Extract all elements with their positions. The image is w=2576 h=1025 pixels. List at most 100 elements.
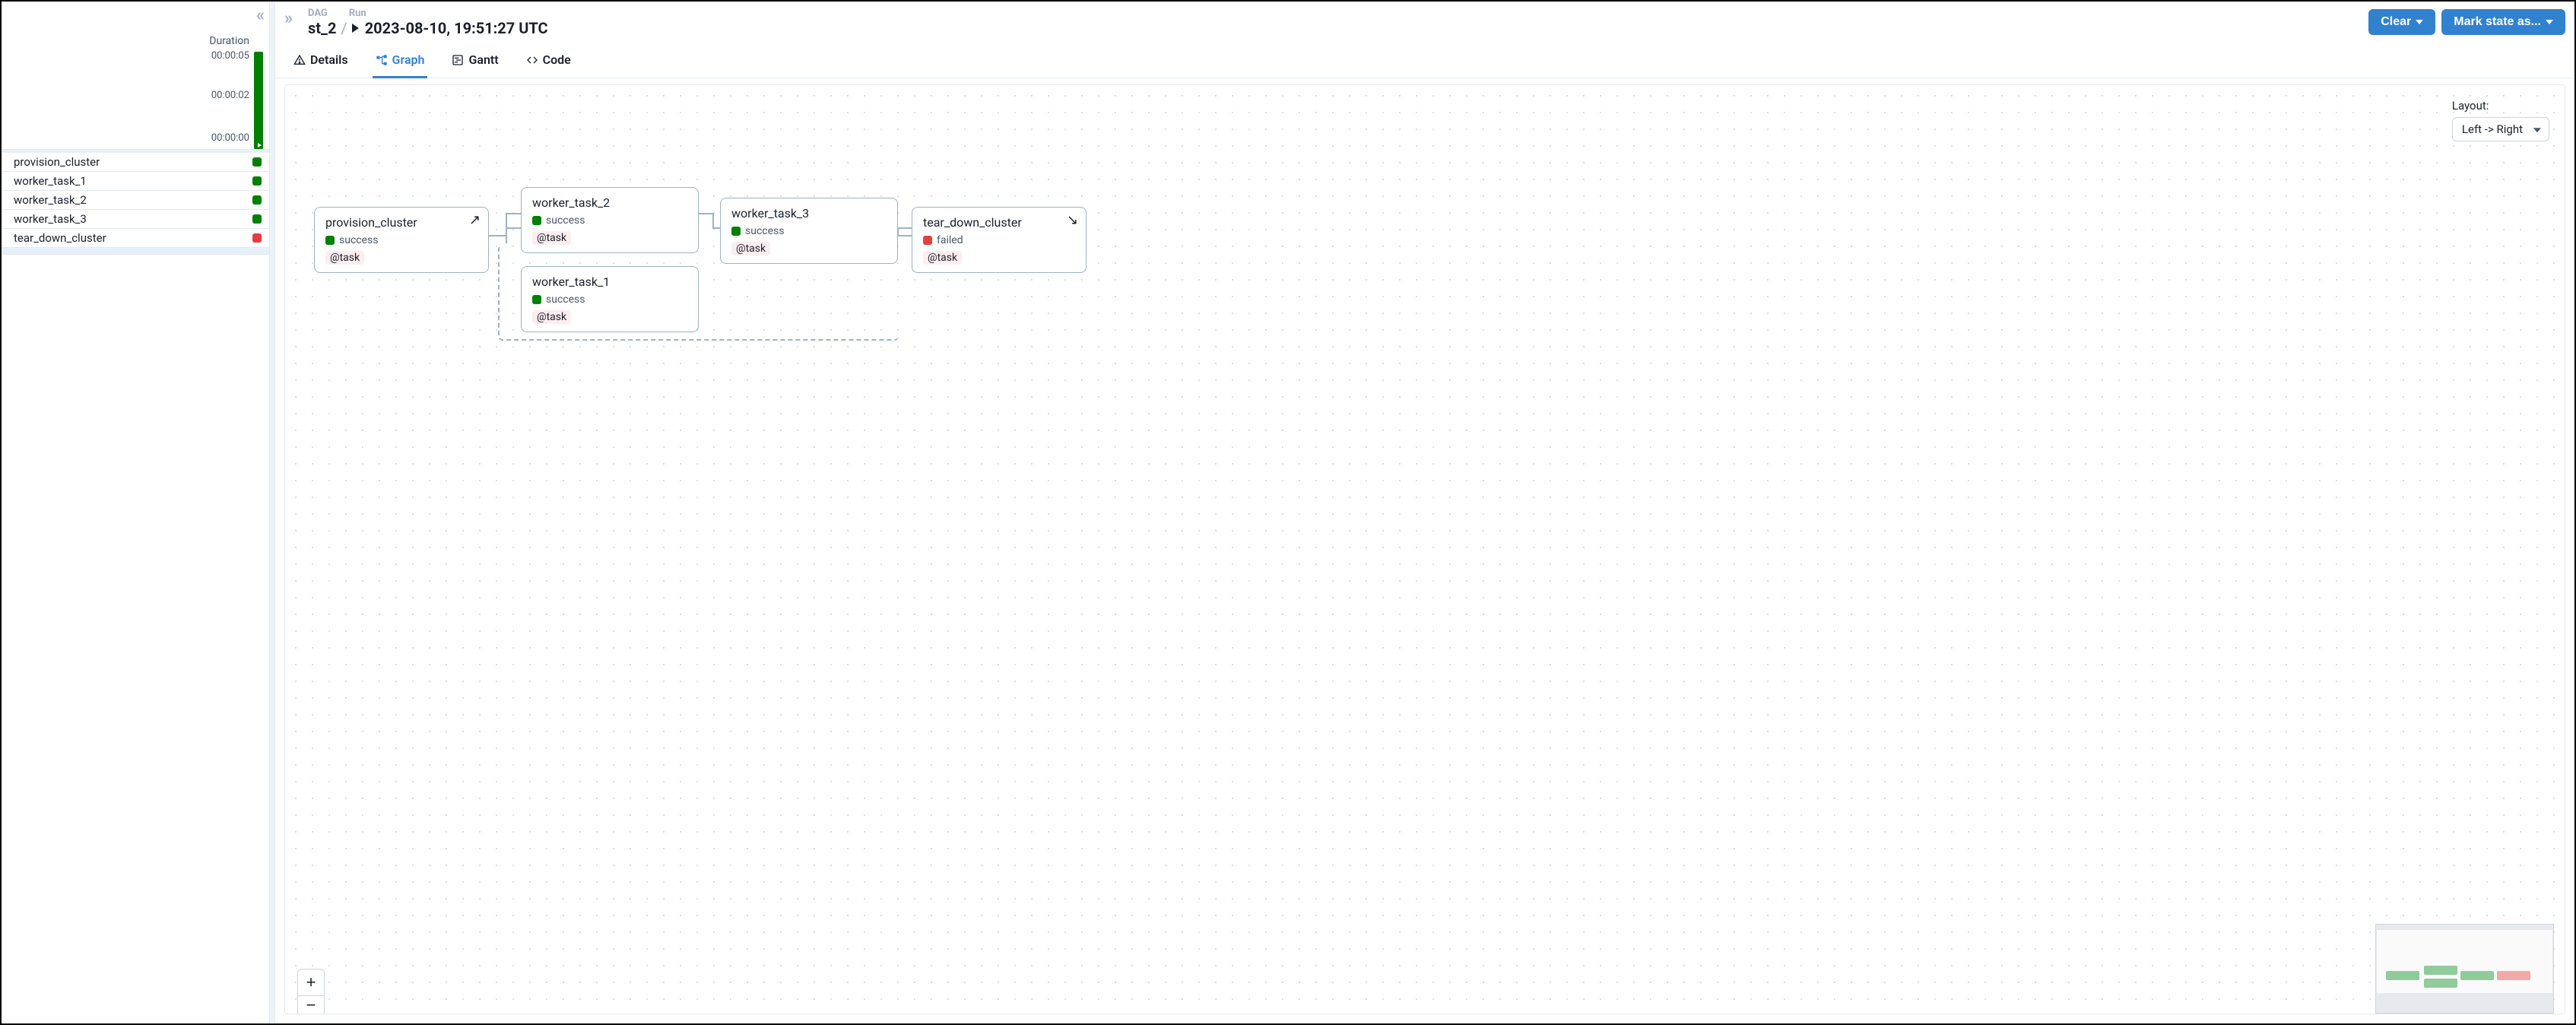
node-worker_task_2[interactable]: worker_task_2 success @task (521, 187, 699, 253)
tab-label: Details (310, 52, 348, 67)
node-state: success (745, 225, 784, 237)
warning-icon (293, 54, 306, 66)
crumb-dag-label: DAG (308, 8, 328, 19)
chevron-down-icon (2416, 20, 2423, 24)
tab-graph[interactable]: Graph (373, 48, 428, 78)
breadcrumb-expand-icon[interactable]: » (284, 6, 293, 28)
tab-label: Code (543, 52, 571, 67)
status-icon (325, 236, 335, 245)
node-tag: @task (731, 242, 770, 255)
status-icon (532, 216, 541, 225)
node-title: worker_task_2 (532, 195, 687, 210)
chevron-down-icon (2546, 20, 2553, 24)
tab-label: Graph (392, 52, 425, 67)
node-worker_task_1[interactable]: worker_task_1 success @task (521, 266, 699, 332)
task-name: worker_task_2 (14, 193, 87, 207)
zoom-in-button[interactable]: + (298, 969, 324, 995)
node-tear_down_cluster[interactable]: ↘ tear_down_cluster failed @task (912, 207, 1087, 273)
graph-icon (376, 54, 388, 66)
edge (506, 213, 507, 243)
duration-bar[interactable] (254, 50, 263, 149)
sidebar-collapse-icon[interactable]: « (256, 6, 265, 25)
status-icon (731, 227, 741, 236)
task-row-tear_down_cluster[interactable]: tear_down_cluster (2, 229, 269, 248)
crumb-separator: / (341, 19, 347, 37)
edge (699, 213, 714, 214)
task-name: worker_task_3 (14, 212, 87, 226)
node-tag: @task (532, 231, 571, 245)
task-row-worker_task_3[interactable]: worker_task_3 (2, 210, 269, 229)
duration-label: Duration (2, 2, 269, 50)
duration-bar-fill (254, 52, 263, 149)
status-icon (252, 176, 262, 186)
pane-resizer[interactable] (269, 2, 275, 1023)
duration-axis: 00:00:05 00:00:02 00:00:00 (2, 50, 269, 149)
status-icon (252, 195, 262, 205)
task-row-provision_cluster[interactable]: provision_cluster (2, 153, 269, 172)
task-name: provision_cluster (14, 155, 100, 169)
node-worker_task_3[interactable]: worker_task_3 success @task (720, 198, 898, 264)
duration-run-marker[interactable] (254, 141, 263, 149)
clear-button[interactable]: Clear (2368, 9, 2435, 35)
crumb-run-ts[interactable]: 2023-08-10, 19:51:27 UTC (365, 19, 548, 37)
task-row-worker_task_1[interactable]: worker_task_1 (2, 172, 269, 191)
tab-details[interactable]: Details (290, 48, 351, 78)
task-name: tear_down_cluster (14, 231, 106, 245)
node-title: worker_task_3 (731, 206, 887, 221)
breadcrumb: DAG Run st_2 / 2023-08-10, 19:51:27 UTC (302, 6, 2359, 37)
task-row-worker_task_2[interactable]: worker_task_2 (2, 191, 269, 210)
clear-button-label: Clear (2381, 15, 2411, 29)
sidebar: « Duration 00:00:05 00:00:02 00:00:00 pr… (2, 2, 269, 1023)
node-state: success (546, 294, 585, 306)
layout-select[interactable]: Left -> Right (2452, 117, 2549, 141)
layout-label: Layout: (2452, 99, 2489, 113)
graph-canvas[interactable]: Layout: Left -> Right ↗ prov (284, 84, 2565, 1014)
edge (897, 235, 912, 236)
node-tag: @task (532, 310, 571, 324)
duration-tick: 00:00:05 (211, 50, 249, 62)
mark-state-button[interactable]: Mark state as... (2441, 9, 2565, 35)
setup-arrow-icon: ↗ (469, 214, 481, 227)
header-actions: Clear Mark state as... (2368, 6, 2565, 35)
tab-code[interactable]: Code (523, 48, 574, 78)
node-provision_cluster[interactable]: ↗ provision_cluster success @task (314, 207, 489, 273)
header: » DAG Run st_2 / 2023-08-10, 19:51:27 UT… (275, 2, 2574, 37)
tabs: Details Graph Gantt Code (275, 37, 2574, 78)
node-tag: @task (325, 251, 364, 265)
main-panel: » DAG Run st_2 / 2023-08-10, 19:51:27 UT… (275, 2, 2574, 1023)
run-icon (352, 24, 359, 33)
minimap-viewport[interactable] (2375, 924, 2554, 1014)
zoom-controls: + − (297, 969, 325, 1014)
zoom-out-button[interactable]: − (298, 995, 324, 1014)
edge (487, 235, 506, 236)
duration-tick: 00:00:00 (211, 132, 249, 144)
status-icon (252, 214, 262, 224)
edge (897, 227, 912, 229)
edge (506, 213, 521, 214)
node-state: success (339, 234, 378, 246)
teardown-arrow-icon: ↘ (1067, 214, 1078, 227)
node-tag: @task (923, 251, 962, 265)
status-icon (923, 236, 932, 245)
crumb-run-label: Run (349, 8, 366, 19)
task-name: worker_task_1 (14, 174, 87, 188)
layout-picker: Layout: Left -> Right (2452, 99, 2549, 141)
mark-state-button-label: Mark state as... (2454, 15, 2541, 29)
tab-gantt[interactable]: Gantt (449, 48, 501, 78)
layout-selected: Left -> Right (2462, 122, 2523, 136)
node-title: worker_task_1 (532, 274, 687, 289)
status-icon (252, 233, 262, 243)
node-title: provision_cluster (325, 215, 477, 230)
edge (506, 227, 521, 229)
gantt-icon (452, 54, 464, 66)
tab-label: Gantt (468, 52, 498, 67)
status-icon (252, 157, 262, 167)
node-state: success (546, 214, 585, 227)
status-icon (532, 295, 541, 304)
node-title: tear_down_cluster (923, 215, 1075, 230)
chevron-down-icon (2533, 128, 2541, 132)
node-state: failed (937, 234, 963, 246)
crumb-dag-id[interactable]: st_2 (308, 19, 336, 37)
task-list: provision_cluster worker_task_1 worker_t… (2, 149, 269, 255)
minimap[interactable] (2375, 924, 2554, 1014)
